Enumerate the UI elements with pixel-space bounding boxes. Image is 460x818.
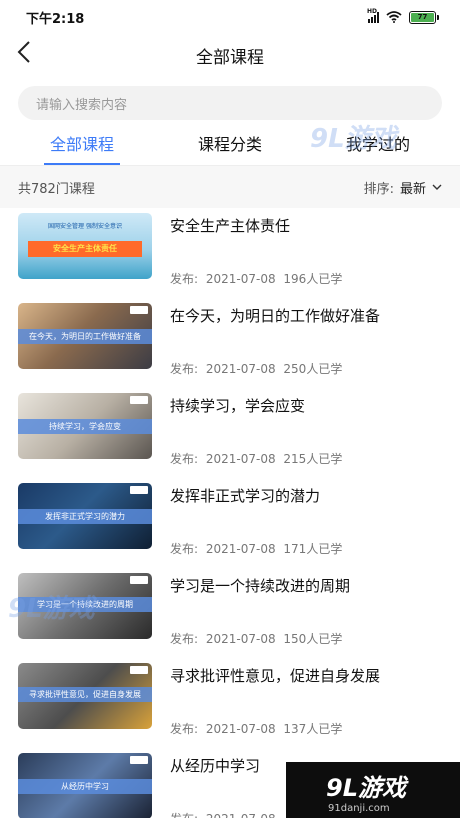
course-meta: 发布: 2021-07-08 215人已学 <box>170 452 343 466</box>
watermark-badge-site: 91danji.com <box>328 803 390 814</box>
tab-my-learned[interactable]: 我学过的 <box>346 131 410 165</box>
course-meta: 发布: 2021-07-08 250人已学 <box>170 362 343 376</box>
tab-all-courses[interactable]: 全部课程 <box>43 131 121 165</box>
course-title: 发挥非正式学习的潜力 <box>170 487 321 505</box>
course-title: 学习是一个持续改进的周期 <box>170 577 351 595</box>
sort-dropdown[interactable]: 排序: 最新 <box>364 178 442 197</box>
course-count: 共782门课程 <box>18 181 95 197</box>
battery-level: 77 <box>411 12 434 22</box>
course-title: 安全生产主体责任 <box>170 217 291 235</box>
brand-logo <box>130 666 148 674</box>
battery-icon: 77 <box>409 10 439 24</box>
chevron-left-icon <box>17 41 30 63</box>
course-title: 持续学习，学会应变 <box>170 397 306 415</box>
brand-logo <box>130 486 148 494</box>
course-item[interactable]: 寻求批评性意见，促进自身发展 寻求批评性意见，促进自身发展 发布: 2021-0… <box>0 658 460 748</box>
course-thumbnail: 在今天，为明日的工作做好准备 <box>18 303 152 369</box>
course-item[interactable]: 在今天，为明日的工作做好准备 在今天，为明日的工作做好准备 发布: 2021-0… <box>0 298 460 388</box>
brand-logo <box>130 306 148 314</box>
course-info: 寻求批评性意见，促进自身发展 发布: 2021-07-08 137人已学 <box>152 663 442 736</box>
course-thumbnail: 持续学习，学会应变 <box>18 393 152 459</box>
brand-logo <box>130 756 148 764</box>
count-bar: 共782门课程 排序: 最新 <box>0 166 460 208</box>
course-meta: 发布: 2021-07-08 137人已学 <box>170 722 343 736</box>
course-item[interactable]: 学习是一个持续改进的周期 学习是一个持续改进的周期 发布: 2021-07-08… <box>0 568 460 658</box>
thumbnail-caption: 国网安全管理 强制安全意识 <box>48 223 122 230</box>
course-meta: 发布: 2021-07-08 <box>170 810 276 818</box>
sort-label: 排序: <box>363 181 394 197</box>
course-meta: 发布: 2021-07-08 171人已学 <box>170 542 343 556</box>
status-icons: HD 77 <box>367 8 439 24</box>
course-thumbnail: 从经历中学习 <box>18 753 152 818</box>
course-info: 安全生产主体责任 发布: 2021-07-08 196人已学 <box>152 213 442 286</box>
search-placeholder: 请输入搜索内容 <box>36 97 128 113</box>
course-thumbnail: 发挥非正式学习的潜力 <box>18 483 152 549</box>
wifi-icon <box>386 11 402 23</box>
course-title: 寻求批评性意见，促进自身发展 <box>170 667 381 685</box>
course-item[interactable]: 持续学习，学会应变 持续学习，学会应变 发布: 2021-07-08 215人已… <box>0 388 460 478</box>
brand-logo <box>130 576 148 584</box>
course-thumbnail: 国网安全管理 强制安全意识 安全生产主体责任 <box>18 213 152 279</box>
sort-value: 最新 <box>399 181 426 197</box>
thumbnail-title: 从经历中学习 <box>18 779 152 794</box>
course-title: 在今天，为明日的工作做好准备 <box>170 307 381 325</box>
brand-logo <box>130 396 148 404</box>
course-item[interactable]: 国网安全管理 强制安全意识 安全生产主体责任 安全生产主体责任 发布: 2021… <box>0 208 460 298</box>
watermark-badge-logo: 9L游戏 <box>326 774 406 802</box>
thumbnail-title: 寻求批评性意见，促进自身发展 <box>18 687 152 702</box>
course-info: 学习是一个持续改进的周期 发布: 2021-07-08 150人已学 <box>152 573 442 646</box>
course-info: 持续学习，学会应变 发布: 2021-07-08 215人已学 <box>152 393 442 466</box>
search-container: 请输入搜索内容 <box>0 76 460 120</box>
tab-course-categories[interactable]: 课程分类 <box>198 131 262 165</box>
course-info: 发挥非正式学习的潜力 发布: 2021-07-08 171人已学 <box>152 483 442 556</box>
thumbnail-title: 发挥非正式学习的潜力 <box>18 509 152 524</box>
watermark-badge: 9L游戏 91danji.com <box>286 762 460 818</box>
thumbnail-title: 安全生产主体责任 <box>28 241 142 257</box>
course-list: 国网安全管理 强制安全意识 安全生产主体责任 安全生产主体责任 发布: 2021… <box>0 208 460 818</box>
back-button[interactable] <box>14 39 42 69</box>
course-meta: 发布: 2021-07-08 150人已学 <box>170 632 343 646</box>
status-time: 下午2:18 <box>26 11 85 27</box>
signal-icon: HD <box>367 8 379 23</box>
course-thumbnail: 学习是一个持续改进的周期 <box>18 573 152 639</box>
status-bar: 下午2:18 HD 77 <box>0 0 460 34</box>
tab-bar: 全部课程 课程分类 我学过的 <box>0 120 460 166</box>
thumbnail-title: 持续学习，学会应变 <box>18 419 152 434</box>
course-thumbnail: 寻求批评性意见，促进自身发展 <box>18 663 152 729</box>
course-meta: 发布: 2021-07-08 196人已学 <box>170 272 343 286</box>
thumbnail-title: 在今天，为明日的工作做好准备 <box>18 329 152 344</box>
course-info: 在今天，为明日的工作做好准备 发布: 2021-07-08 250人已学 <box>152 303 442 376</box>
page-title: 全部课程 <box>196 47 264 68</box>
search-input[interactable]: 请输入搜索内容 <box>18 86 442 120</box>
course-item[interactable]: 发挥非正式学习的潜力 发挥非正式学习的潜力 发布: 2021-07-08 171… <box>0 478 460 568</box>
nav-bar: 全部课程 <box>0 34 460 76</box>
thumbnail-title: 学习是一个持续改进的周期 <box>18 597 152 612</box>
chevron-down-icon <box>432 184 442 190</box>
